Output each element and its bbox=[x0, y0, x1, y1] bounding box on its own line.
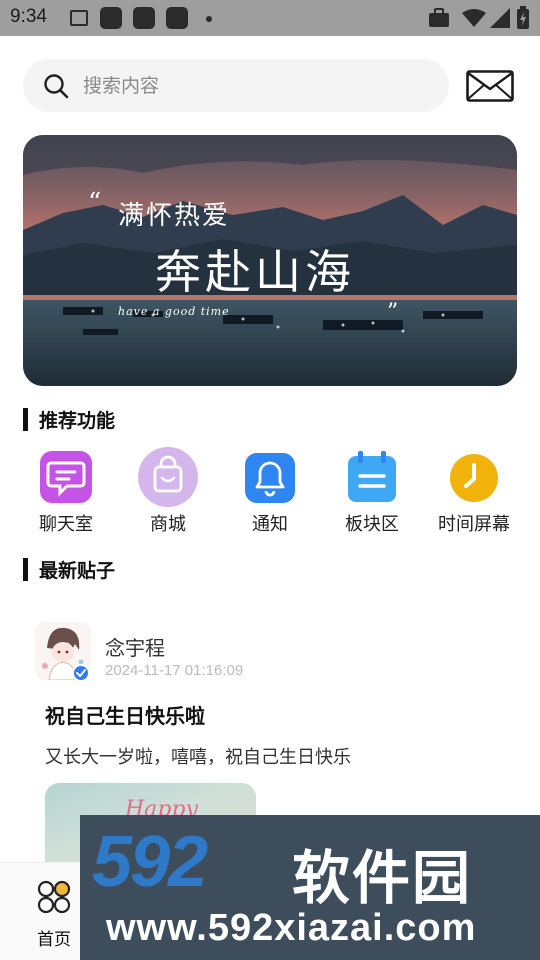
bell-icon bbox=[245, 453, 295, 503]
post-timestamp: 2024-11-17 01:16:09 bbox=[105, 662, 244, 679]
watermark-url: www.592xiazai.com bbox=[106, 907, 477, 949]
post-author[interactable]: 念宇程 bbox=[105, 632, 165, 661]
banner-script-text: have a good time bbox=[118, 305, 230, 318]
board-icon bbox=[348, 451, 396, 502]
app-notification-icon bbox=[166, 7, 188, 29]
banner-headline-small: 满怀热爱 bbox=[118, 201, 231, 231]
chat-icon bbox=[40, 451, 92, 503]
section-marker bbox=[23, 558, 28, 581]
feature-label: 板块区 bbox=[345, 514, 399, 535]
mail-icon[interactable] bbox=[466, 70, 514, 102]
post-title[interactable]: 祝自己生日快乐啦 bbox=[45, 700, 205, 729]
home-grid-icon bbox=[37, 880, 71, 914]
app-notification-icon bbox=[133, 7, 155, 29]
section-title: 推荐功能 bbox=[39, 410, 116, 432]
feature-chatroom[interactable]: 聊天室 bbox=[16, 450, 116, 540]
feature-label: 商城 bbox=[150, 514, 186, 535]
verified-badge-icon bbox=[72, 664, 90, 682]
search-bar[interactable] bbox=[23, 59, 449, 112]
shopping-bag-icon bbox=[138, 447, 198, 507]
feature-label: 聊天室 bbox=[39, 514, 93, 535]
clock-icon bbox=[450, 454, 498, 502]
feature-label: 通知 bbox=[252, 514, 288, 535]
section-marker bbox=[23, 408, 28, 431]
banner-close-quote: ” bbox=[387, 300, 399, 325]
feature-label: 时间屏幕 bbox=[438, 514, 510, 535]
app-notification-icon bbox=[100, 7, 122, 29]
section-title: 最新贴子 bbox=[39, 560, 116, 582]
search-icon bbox=[44, 74, 69, 99]
post-body[interactable]: 又长大一岁啦，嘻嘻，祝自己生日快乐 bbox=[45, 743, 351, 769]
status-time: 9:34 bbox=[10, 6, 47, 27]
banner-open-quote: “ bbox=[88, 188, 102, 218]
banner-headline-big: 奔赴山海 bbox=[155, 245, 355, 299]
status-bar: 9:34 bbox=[0, 0, 540, 36]
image-notification-icon bbox=[70, 10, 88, 26]
search-input[interactable] bbox=[83, 69, 423, 103]
feature-notification[interactable]: 通知 bbox=[220, 450, 320, 540]
feature-time-screen[interactable]: 时间屏幕 bbox=[424, 450, 524, 540]
watermark-name: 软件园 bbox=[292, 844, 473, 912]
feature-board[interactable]: 板块区 bbox=[322, 450, 422, 540]
work-profile-icon bbox=[429, 8, 449, 27]
feature-shop[interactable]: 商城 bbox=[118, 447, 218, 540]
watermark-overlay: 592 软件园 www.592xiazai.com bbox=[80, 815, 540, 960]
signal-icon bbox=[490, 8, 510, 28]
watermark-logo: 592 bbox=[92, 822, 208, 902]
wifi-icon bbox=[462, 9, 486, 27]
more-notifications-icon bbox=[206, 16, 212, 22]
battery-charging-icon bbox=[517, 6, 529, 29]
